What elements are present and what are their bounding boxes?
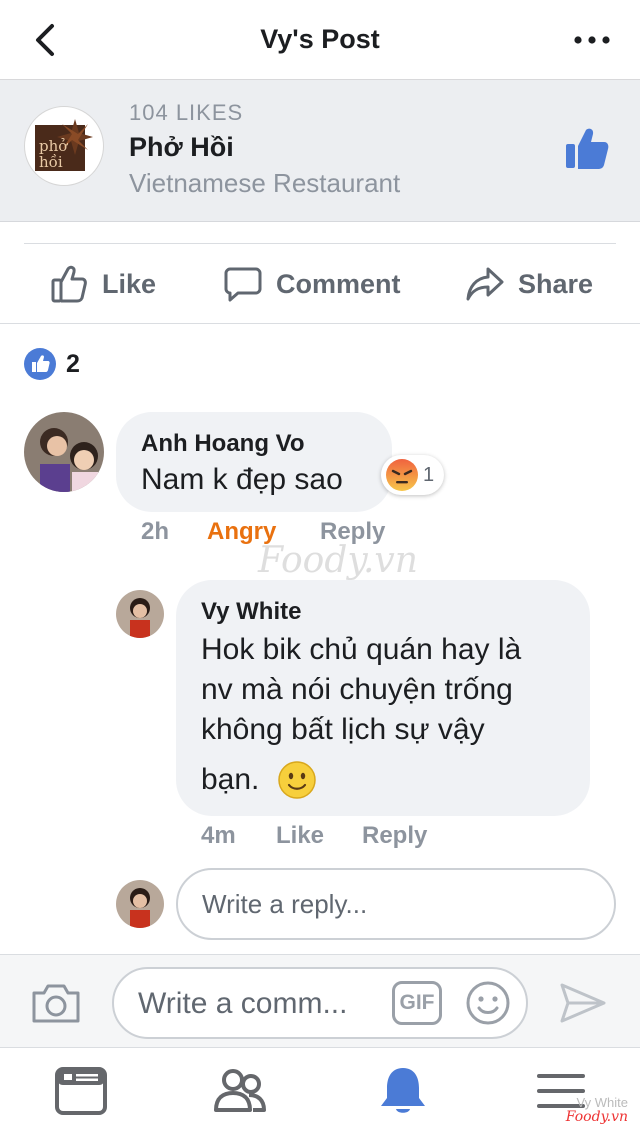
like-label: Like	[102, 268, 157, 299]
gif-button[interactable]: GIF	[392, 981, 442, 1025]
my-avatar	[116, 880, 164, 928]
reply-time: 4m	[201, 822, 236, 849]
logo-text-2: hồi	[39, 153, 63, 171]
page-like-thumb-icon[interactable]	[564, 126, 610, 170]
corner-watermark: Vy White Foody.vn	[565, 1095, 628, 1125]
reply-like-link[interactable]: Like	[276, 822, 324, 850]
page-logo[interactable]: phở hồi	[24, 106, 104, 186]
corner-watermark-brand: Foody.vn	[565, 1109, 628, 1125]
comment-input[interactable]: Write a comm... GIF	[112, 967, 528, 1039]
comment-author[interactable]: Anh Hoang Vo	[141, 430, 305, 458]
comment-bubble-icon	[224, 267, 262, 302]
reply-text-line-4: bạn.	[201, 763, 260, 796]
news-feed-tab-icon[interactable]	[54, 1064, 108, 1118]
send-icon[interactable]	[558, 979, 608, 1027]
bottom-tab-bar	[0, 1048, 640, 1136]
share-label: Share	[518, 268, 594, 299]
reaction-summary[interactable]: 2	[24, 348, 80, 380]
page-category: Vietnamese Restaurant	[129, 168, 401, 198]
angry-emoji-icon	[386, 459, 418, 491]
page-header-card[interactable]: phở hồi 104 LIKES Phở Hồi Vietnamese Res…	[0, 80, 640, 222]
corner-watermark-user: Vy White	[576, 1095, 628, 1110]
page-title: Vy's Post	[260, 24, 380, 54]
emoji-icon[interactable]	[464, 979, 512, 1027]
foody-watermark: Foody.vn	[258, 540, 418, 581]
user-photo-icon	[116, 880, 164, 928]
like-button[interactable]: Like	[50, 262, 156, 306]
thumbs-up-icon	[51, 265, 87, 303]
comment-reaction-chip[interactable]: 1	[381, 455, 445, 495]
like-reaction-icon	[24, 348, 56, 380]
commenter-avatar[interactable]	[24, 412, 104, 492]
comment-button[interactable]: Comment	[224, 262, 401, 306]
page-like-count: 104 LIKES	[129, 100, 244, 125]
top-bar: Vy's Post	[0, 0, 640, 80]
reply-text-line-2: nv mà nói chuyện trống	[201, 673, 513, 706]
camera-icon[interactable]	[30, 981, 82, 1025]
reply-text-line-3: không bất lịch sự vậy	[201, 713, 485, 746]
post-actions: Like Comment Share	[0, 244, 640, 324]
reply-author[interactable]: Vy White	[201, 598, 301, 626]
notifications-tab-icon[interactable]	[376, 1064, 430, 1118]
friends-tab-icon[interactable]	[213, 1064, 267, 1118]
comment-text: Nam k đẹp sao	[141, 463, 343, 496]
comment-time: 2h	[141, 518, 170, 545]
page-name[interactable]: Phở Hồi	[129, 132, 234, 163]
reaction-total: 2	[66, 349, 80, 378]
star-anise-logo-icon: phở hồi	[35, 119, 93, 171]
comment-input-placeholder: Write a comm...	[138, 987, 348, 1020]
comment-composer: Write a comm... GIF	[0, 954, 640, 1048]
more-options-icon[interactable]	[572, 30, 612, 50]
share-arrow-icon	[466, 267, 504, 301]
reply-input[interactable]: Write a reply...	[176, 868, 616, 940]
reply-input-placeholder: Write a reply...	[202, 889, 368, 919]
reply-text-line-1: Hok bik chủ quán hay là	[201, 633, 522, 666]
smile-emoji-icon	[278, 761, 316, 799]
user-photo-icon	[116, 590, 164, 638]
reply-avatar[interactable]	[116, 590, 164, 638]
reply-reply-link[interactable]: Reply	[362, 822, 427, 850]
comment-reaction-count: 1	[423, 463, 435, 486]
share-button[interactable]: Share	[466, 262, 593, 306]
user-photo-icon	[24, 412, 104, 492]
comment-label: Comment	[276, 268, 401, 299]
